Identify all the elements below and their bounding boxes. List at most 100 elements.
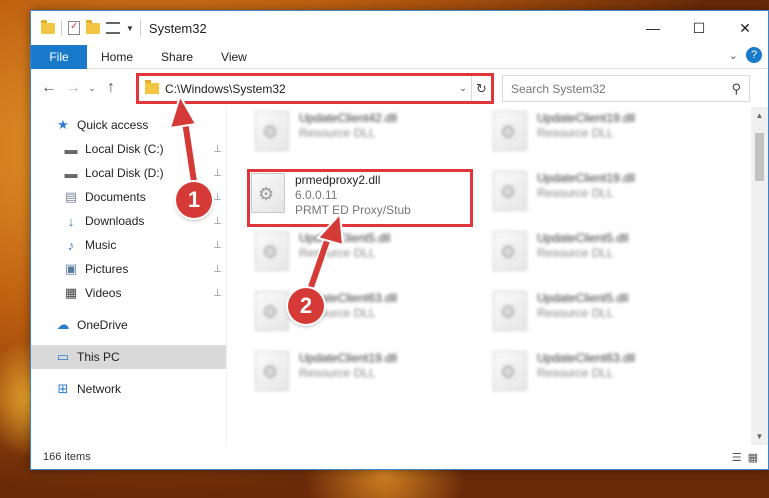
search-icon[interactable]: ⚲ [731,81,741,97]
file-type: Resource DLL [537,306,614,320]
customize-toolbar-icon[interactable]: ▼ [126,24,134,33]
address-dropdown-icon[interactable]: ⌄ [455,83,471,94]
close-button[interactable]: ✕ [722,11,768,45]
sidebar-item-this-pc[interactable]: ▭ This PC [31,345,226,369]
list-item[interactable]: UpdateClient19.dllResource DLL [493,171,713,221]
divider [31,369,226,377]
list-item[interactable]: UpdateClient19.dllResource DLL [493,111,713,161]
sidebar-item-label: Quick access [77,118,149,132]
refresh-button[interactable]: ↻ [471,76,491,101]
sidebar-item-videos[interactable]: ▦ Videos ⊥ [31,281,226,305]
window-title: System32 [148,20,207,36]
search-box[interactable]: Search System32 ⚲ [502,75,750,102]
sidebar-item-label: Pictures [85,262,129,276]
sidebar-item-music[interactable]: ♪ Music ⊥ [31,233,226,257]
scroll-down-icon[interactable]: ▼ [751,432,768,441]
sidebar-item-label: Local Disk (D:) [85,166,164,180]
sidebar-item-quick-access[interactable]: ★ Quick access [31,113,226,137]
properties-icon[interactable] [68,21,80,35]
scroll-up-icon[interactable]: ▲ [751,111,768,120]
tab-file[interactable]: File [31,44,87,69]
dll-file-icon [493,231,527,271]
sidebar-item-onedrive[interactable]: ☁ OneDrive [31,313,226,337]
dll-file-icon [255,351,289,391]
tab-view[interactable]: View [207,50,261,64]
minimize-button[interactable]: — [630,11,676,45]
expand-ribbon-icon[interactable]: ⌄ [729,49,738,62]
address-path[interactable]: C:\Windows\System32 [165,82,455,96]
highlight-box [247,169,473,227]
pin-icon[interactable]: ⊥ [213,240,222,251]
pin-icon[interactable]: ⊥ [213,144,222,155]
list-item[interactable]: UpdateClient5.dllResource DLL [255,231,475,281]
help-icon[interactable]: ? [746,47,762,63]
pin-icon[interactable]: ⊥ [213,264,222,275]
address-bar[interactable]: C:\Windows\System32 ⌄ ↻ [136,73,494,104]
up-button[interactable]: ↑ [99,79,123,97]
file-name: UpdateClient19.dll [537,111,636,125]
file-list: UpdateClient42.dllResource DLL prmedprox… [227,107,751,445]
sidebar-item-label: OneDrive [77,318,128,332]
file-type: Resource DLL [299,246,376,260]
item-count: 166 items [43,451,91,463]
vertical-scrollbar[interactable]: ▲ ▼ [751,107,768,445]
large-icons-view-icon[interactable]: ▦ [748,451,758,464]
new-folder-icon[interactable] [86,19,100,34]
list-item[interactable]: UpdateClient63.dllResource DLL [493,351,713,401]
details-view-icon[interactable]: ☰ [732,451,742,464]
divider [31,305,226,313]
sidebar-item-label: Downloads [85,214,145,228]
sidebar-item-network[interactable]: ⊞ Network [31,377,226,401]
view-switcher: ☰ ▦ [732,451,758,464]
videos-icon: ▦ [64,285,78,300]
file-name: UpdateClient5.dll [537,231,629,245]
file-type: Resource DLL [537,186,614,200]
file-name: UpdateClient19.dll [537,171,636,185]
scrollbar-thumb[interactable] [755,133,764,181]
drive-icon: ▬ [64,141,78,157]
pictures-icon: ▣ [64,261,78,276]
sidebar-item-pictures[interactable]: ▣ Pictures ⊥ [31,257,226,281]
file-type: Resource DLL [299,126,376,140]
forward-button[interactable]: → [61,79,85,97]
list-item[interactable]: UpdateClient5.dllResource DLL [493,231,713,281]
back-button[interactable]: ← [37,79,61,97]
status-bar: 166 items ☰ ▦ [31,445,768,469]
tab-share[interactable]: Share [147,50,207,64]
file-name: UpdateClient63.dll [537,351,636,365]
tab-home[interactable]: Home [87,50,147,64]
network-icon: ⊞ [57,381,69,396]
callout-step-2: 2 [288,288,324,324]
callout-step-1: 1 [176,182,212,218]
navigation-pane: ★ Quick access ▬ Local Disk (C:) ⊥ ▬ Loc… [31,107,227,445]
pin-icon[interactable]: ⊥ [213,168,222,179]
pin-icon[interactable]: ⊥ [213,192,222,203]
dll-file-icon [493,171,527,211]
divider [61,20,62,36]
folder-icon [145,80,159,94]
file-type: Resource DLL [537,126,614,140]
pin-icon[interactable]: ⊥ [213,216,222,227]
dll-file-icon [255,111,289,151]
dll-file-icon [493,291,527,331]
divider [31,337,226,345]
list-item[interactable]: UpdateClient5.dllResource DLL [493,291,713,341]
file-type: Resource DLL [537,366,614,380]
pin-icon[interactable]: ⊥ [213,288,222,299]
view-icon[interactable] [106,22,120,34]
file-name: UpdateClient42.dll [299,111,398,125]
sidebar-item-local-disk-c[interactable]: ▬ Local Disk (C:) ⊥ [31,137,226,161]
list-item[interactable]: UpdateClient19.dllResource DLL [255,351,475,401]
list-item[interactable]: UpdateClient63.dllResource DLL [255,291,475,341]
search-input[interactable]: Search System32 [511,82,731,96]
sidebar-item-label: This PC [77,350,120,364]
sidebar-item-label: Videos [85,286,122,300]
file-name: UpdateClient5.dll [299,231,391,245]
recent-locations-button[interactable]: ⌄ [85,83,99,94]
drive-icon: ▬ [64,165,78,181]
onedrive-icon: ☁ [56,317,70,332]
music-icon: ♪ [67,237,75,253]
list-item[interactable]: UpdateClient42.dllResource DLL [255,111,475,161]
maximize-button[interactable]: ☐ [676,11,722,45]
file-name: UpdateClient19.dll [299,351,398,365]
